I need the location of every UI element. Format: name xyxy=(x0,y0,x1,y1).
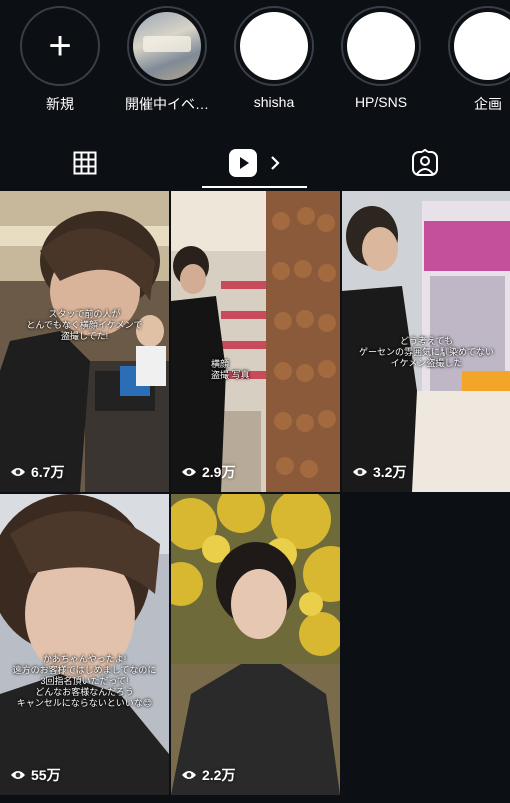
highlight-thumbnail xyxy=(454,12,510,80)
highlight-label: 開催中イベ… xyxy=(125,96,209,112)
highlight-ring xyxy=(341,6,421,86)
tagged-person-icon xyxy=(412,149,438,176)
highlight-label: shisha xyxy=(253,94,295,110)
highlight-new[interactable]: + 新規 xyxy=(15,6,105,114)
highlight-thumbnail xyxy=(133,12,201,80)
plus-icon: + xyxy=(48,24,72,68)
eye-icon xyxy=(182,468,196,476)
tab-tagged[interactable] xyxy=(340,138,510,188)
highlight-ring xyxy=(127,6,207,86)
new-highlight-ring: + xyxy=(20,6,100,86)
highlight-label: 新規 xyxy=(46,96,74,112)
highlight-event[interactable]: 開催中イベ… xyxy=(122,6,212,114)
eye-icon xyxy=(11,771,25,779)
reel-caption: スタッで前の人が とんでもなく横顔イケメンで 盗撮してた! xyxy=(26,309,143,341)
highlight-thumbnail xyxy=(240,12,308,80)
view-count: 2.2万 xyxy=(181,765,235,785)
highlight-label: 企画 xyxy=(474,96,502,112)
highlight-ring xyxy=(448,6,510,86)
grid-icon xyxy=(73,151,97,175)
view-count: 2.9万 xyxy=(181,462,235,482)
reel-image xyxy=(171,191,340,492)
view-count-text: 2.9万 xyxy=(202,464,236,480)
highlight-shisha[interactable]: shisha xyxy=(229,6,319,110)
reel-thumbnail[interactable]: 横顔 盗撮 写真 2.9万 xyxy=(171,191,340,492)
eye-icon xyxy=(11,468,25,476)
view-count-text: 3.2万 xyxy=(373,464,407,480)
tab-reels[interactable] xyxy=(170,138,340,188)
eye-icon xyxy=(182,771,196,779)
view-count: 55万 xyxy=(10,765,61,785)
active-tab-indicator xyxy=(202,186,307,188)
highlight-kikaku[interactable]: 企画 xyxy=(443,6,510,114)
reel-caption: どう考えても ゲーセンの雰囲気に馴染めてない イケメン盗撮した xyxy=(358,336,494,368)
view-count: 3.2万 xyxy=(352,462,406,482)
highlight-ring xyxy=(234,6,314,86)
view-count-text: 2.2万 xyxy=(202,767,236,783)
chevron-right-icon xyxy=(271,156,280,170)
tab-posts[interactable] xyxy=(0,138,170,188)
highlight-label: HP/SNS xyxy=(354,94,408,110)
view-count: 6.7万 xyxy=(10,462,64,482)
reel-image xyxy=(171,494,340,795)
story-highlights: + 新規 開催中イベ… shisha HP/SNS 企画 xyxy=(0,0,510,120)
profile-tabs xyxy=(0,138,510,190)
reel-image xyxy=(0,494,169,795)
view-count-text: 6.7万 xyxy=(31,464,65,480)
reel-caption: かあちゃんやったよ! 遠方のお客様ではじめましてなのに 3回指名頂いただって! どんな… xyxy=(12,654,157,708)
reel-thumbnail[interactable]: かあちゃんやったよ! 遠方のお客様ではじめましてなのに 3回指名頂いただって! どんな… xyxy=(0,494,169,795)
reel-thumbnail[interactable]: どう考えても ゲーセンの雰囲気に馴染めてない イケメン盗撮した 3.2万 xyxy=(342,191,510,492)
reel-thumbnail[interactable]: 2.2万 xyxy=(171,494,340,795)
highlight-thumbnail xyxy=(347,12,415,80)
reel-caption: 横顔 盗撮 写真 xyxy=(211,359,250,380)
play-icon xyxy=(229,149,257,177)
highlight-hp-sns[interactable]: HP/SNS xyxy=(336,6,426,110)
view-count-text: 55万 xyxy=(31,767,61,783)
eye-icon xyxy=(353,468,367,476)
reel-thumbnail[interactable]: スタッで前の人が とんでもなく横顔イケメンで 盗撮してた! 6.7万 xyxy=(0,191,169,492)
